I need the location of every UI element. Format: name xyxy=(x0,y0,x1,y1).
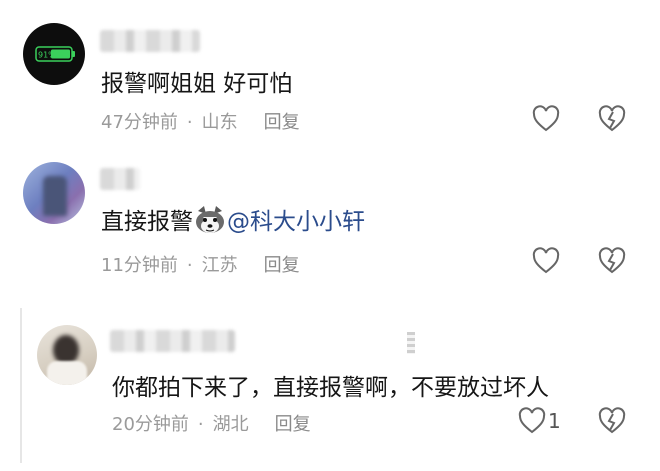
battery-percent: 91% xyxy=(38,51,56,60)
battery-icon: 91% xyxy=(35,46,75,62)
comment-text-main: 直接报警 xyxy=(101,209,193,235)
username-blurred[interactable] xyxy=(110,330,235,352)
comment-location: 山东 xyxy=(201,112,238,133)
avatar[interactable] xyxy=(23,162,85,224)
separator: · xyxy=(186,255,193,276)
reply-button[interactable]: 回复 xyxy=(264,255,300,276)
reply-button[interactable]: 回复 xyxy=(264,112,300,133)
like-icon[interactable] xyxy=(517,406,547,436)
comment-meta: 11分钟前 · 江苏 回复 xyxy=(101,251,300,277)
comment-meta: 47分钟前 · 山东 回复 xyxy=(101,108,300,134)
reply-thread-line xyxy=(20,308,22,463)
like-count: 1 xyxy=(548,409,561,433)
avatar-figure xyxy=(43,176,67,216)
dislike-icon[interactable] xyxy=(597,406,627,436)
avatar[interactable]: 91% xyxy=(23,23,85,85)
avatar[interactable] xyxy=(37,325,97,385)
username-blurred[interactable] xyxy=(100,30,200,52)
husky-face-icon xyxy=(196,206,224,233)
like-icon[interactable] xyxy=(531,104,561,134)
comment-text: 直接报警 @科大小小轩 xyxy=(101,202,365,236)
comment-time: 47分钟前 xyxy=(101,112,178,133)
reply-button[interactable]: 回复 xyxy=(275,414,311,435)
username-blurred[interactable] xyxy=(100,168,140,190)
comment-text: 报警啊姐姐 好可怕 xyxy=(101,71,293,97)
separator: · xyxy=(197,414,204,435)
dislike-icon[interactable] xyxy=(597,104,627,134)
comment-time: 20分钟前 xyxy=(112,414,189,435)
like-icon[interactable] xyxy=(531,246,561,276)
comment-location: 湖北 xyxy=(212,414,249,435)
blur-artifact xyxy=(407,332,415,354)
dislike-icon[interactable] xyxy=(597,246,627,276)
avatar-figure xyxy=(47,361,87,385)
comment-meta: 20分钟前 · 湖北 回复 xyxy=(112,410,311,436)
comment-time: 11分钟前 xyxy=(101,255,178,276)
comment-location: 江苏 xyxy=(201,255,238,276)
mention-link[interactable]: @科大小小轩 xyxy=(227,209,365,235)
separator: · xyxy=(186,112,193,133)
comment-text: 你都拍下来了，直接报警啊，不要放过坏人 xyxy=(112,375,549,401)
